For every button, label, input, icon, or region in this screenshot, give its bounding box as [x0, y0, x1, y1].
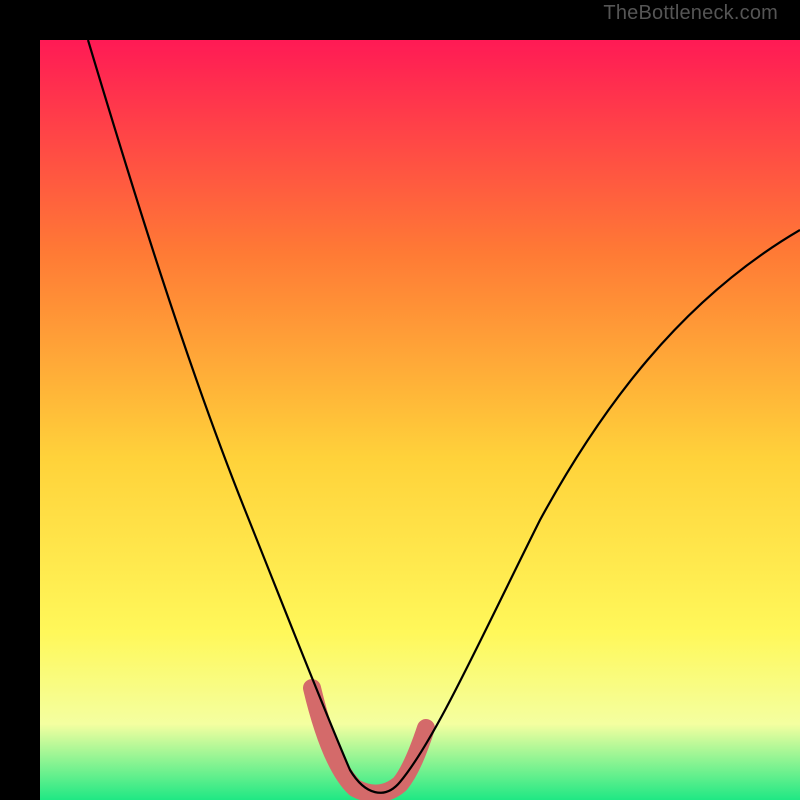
chart-plot-area [40, 40, 800, 800]
chart-frame [0, 0, 800, 800]
gradient-background [40, 40, 800, 800]
bottleneck-chart-svg [40, 40, 800, 800]
watermark-text: TheBottleneck.com [603, 2, 778, 25]
